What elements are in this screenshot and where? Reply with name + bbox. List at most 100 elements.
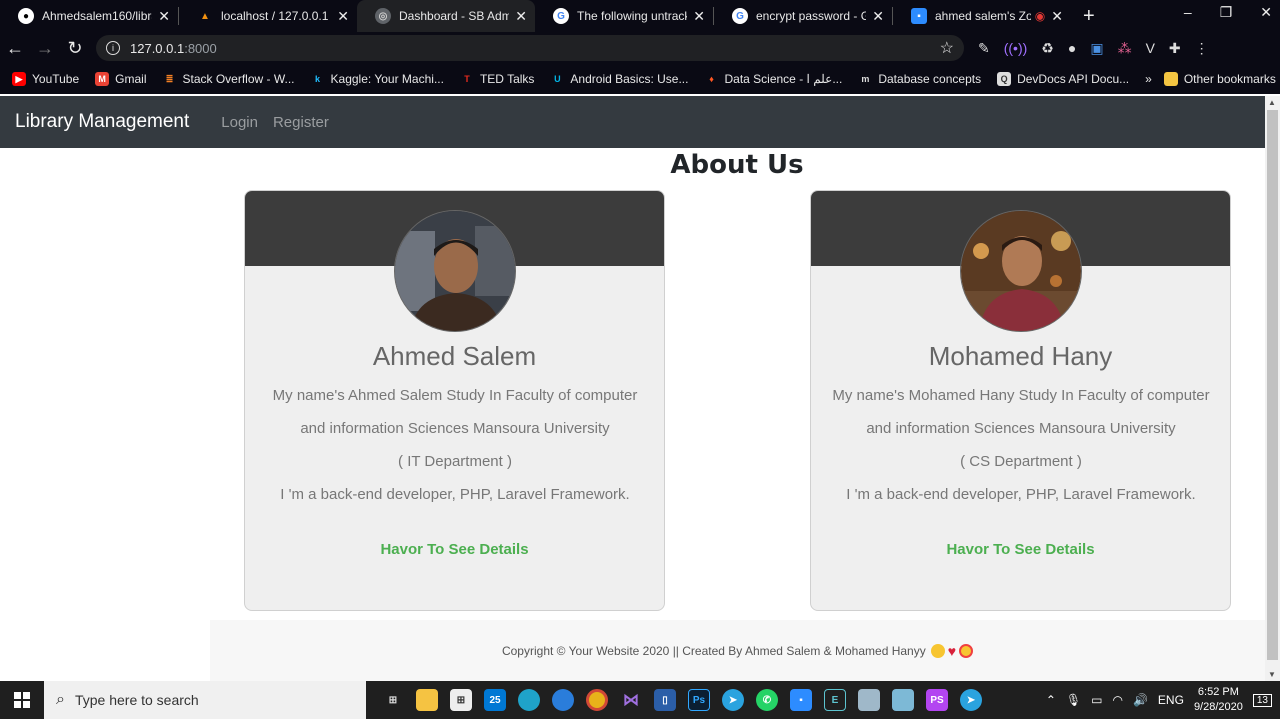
wifi-icon[interactable]: ◠ — [1112, 693, 1122, 707]
info-icon[interactable]: i — [106, 41, 120, 55]
chrome-icon[interactable] — [586, 689, 608, 711]
dots-extension-icon[interactable]: ⁂ — [1118, 40, 1132, 57]
notes-icon[interactable] — [892, 689, 914, 711]
bookmark-label: DevDocs API Docu... — [1017, 72, 1130, 86]
forward-icon[interactable]: → — [30, 38, 60, 59]
language-indicator[interactable]: ENG — [1158, 693, 1184, 707]
globe-icon: ◎ — [375, 8, 391, 24]
file-explorer-icon[interactable] — [416, 689, 438, 711]
scroll-down-icon[interactable]: ▼ — [1268, 670, 1276, 679]
tab-title: The following untracked — [577, 9, 687, 23]
browser-tab[interactable]: G encrypt password - Goo ✕ — [714, 0, 892, 32]
details-link[interactable]: Havor To See Details — [245, 541, 664, 558]
bookmark-devdocs[interactable]: Q DevDocs API Docu... — [997, 72, 1129, 86]
scrollbar-thumb[interactable] — [1267, 110, 1278, 660]
browser-tab[interactable]: G The following untracked ✕ — [535, 0, 713, 32]
register-link[interactable]: Register — [273, 114, 329, 131]
page-footer: Copyright © Your Website 2020 || Created… — [210, 620, 1265, 681]
close-icon[interactable]: ✕ — [1051, 8, 1063, 25]
gmail-icon: M — [95, 72, 110, 86]
tab-title: encrypt password - Goo — [756, 9, 867, 23]
restore-icon[interactable]: ❐ — [1220, 4, 1233, 21]
details-link[interactable]: Havor To See Details — [811, 541, 1230, 558]
bookmark-youtube[interactable]: ▶ YouTube — [12, 72, 79, 86]
browser-tab[interactable]: ▪ ahmed salem's Zoo ◉ ✕ — [893, 0, 1071, 32]
login-link[interactable]: Login — [221, 114, 258, 131]
bookmark-udacity[interactable]: U Android Basics: Use... — [550, 72, 688, 86]
more-bookmarks-icon[interactable]: » — [1145, 72, 1152, 86]
microphone-icon[interactable]: 🎙 — [1066, 693, 1081, 707]
battery-icon[interactable]: ▭ — [1091, 693, 1102, 707]
bookmark-label: Android Basics: Use... — [570, 72, 689, 86]
close-icon[interactable]: ✕ — [158, 8, 170, 25]
bookmark-stackoverflow[interactable]: ≣ Stack Overflow - W... — [163, 72, 295, 86]
browser-tab[interactable]: ● Ahmedsalem160/library ✕ — [0, 0, 178, 32]
telegram-icon[interactable]: ➤ — [722, 689, 744, 711]
url-port: :8000 — [184, 40, 217, 56]
whatsapp-icon[interactable]: ✆ — [756, 689, 778, 711]
bio-line: My name's Mohamed Hany Study In Faculty … — [832, 387, 1210, 404]
navbar-brand[interactable]: Library Management — [15, 111, 189, 133]
close-icon[interactable]: ✕ — [515, 8, 527, 25]
bookmark-label: Kaggle: Your Machi... — [330, 72, 444, 86]
vue-extension-icon[interactable]: V — [1146, 40, 1155, 57]
photoshop-icon[interactable]: Ps — [688, 689, 710, 711]
pen-extension-icon[interactable]: ✎ — [978, 40, 990, 57]
circle-extension-icon[interactable]: ● — [1068, 40, 1076, 57]
taskbar-search[interactable]: ⌕ Type here to search — [44, 681, 366, 719]
browser-tab-active[interactable]: ◎ Dashboard - SB Admin ✕ — [357, 0, 535, 32]
back-icon[interactable]: ← — [0, 38, 30, 59]
volume-icon[interactable]: 🔊 — [1133, 693, 1148, 707]
page-scrollbar[interactable]: ▲ ▼ — [1265, 96, 1280, 681]
bookmark-ted[interactable]: T TED Talks — [460, 72, 534, 86]
firefox-icon[interactable] — [552, 689, 574, 711]
bookmark-kaggle[interactable]: k Kaggle: Your Machi... — [311, 72, 444, 86]
zoom-icon[interactable]: ▪ — [790, 689, 812, 711]
notification-icon[interactable]: 13 — [1252, 693, 1272, 707]
phpmyadmin-icon: ▲ — [200, 10, 210, 22]
close-icon[interactable]: ✕ — [337, 8, 349, 25]
datascience-icon: ♦ — [709, 74, 714, 84]
address-bar[interactable]: i 127.0.0.1:8000 ☆ — [96, 35, 964, 61]
minimize-icon[interactable]: – — [1184, 4, 1192, 21]
bookmark-label: Database concepts — [878, 72, 982, 86]
youtube-icon: ▶ — [12, 72, 26, 86]
windows-start-button[interactable] — [0, 681, 44, 719]
url-host: 127.0.0.1 — [130, 40, 185, 56]
bookmark-label: Data Science - علم ا... — [724, 72, 843, 86]
camera-extension-icon[interactable]: ▣ — [1090, 40, 1103, 57]
search-placeholder: Type here to search — [74, 692, 199, 708]
scroll-up-icon[interactable]: ▲ — [1268, 98, 1276, 107]
visual-studio-icon[interactable]: ⋈ — [620, 689, 642, 711]
task-view-icon[interactable]: ⊞ — [382, 689, 404, 711]
close-icon[interactable]: ✕ — [872, 8, 884, 25]
taskbar-clock[interactable]: 6:52 PM 9/28/2020 — [1194, 685, 1243, 715]
google-icon: G — [553, 8, 569, 24]
browser-tab[interactable]: ▲ localhost / 127.0.0.1 / li ✕ — [179, 0, 357, 32]
network-drive-icon[interactable] — [858, 689, 880, 711]
puzzle-icon[interactable]: ✚ — [1169, 40, 1181, 57]
bookmark-datascience[interactable]: ♦ Data Science - علم ا... — [704, 72, 842, 86]
bookmark-gmail[interactable]: M Gmail — [95, 72, 147, 86]
bookmark-star-icon[interactable]: ☆ — [940, 38, 954, 58]
broadcast-extension-icon[interactable]: ((•)) — [1004, 40, 1028, 57]
close-icon[interactable]: ✕ — [693, 8, 705, 25]
smile-emoji-icon — [930, 643, 945, 658]
app-icon[interactable]: ▯ — [654, 689, 676, 711]
recycle-extension-icon[interactable]: ♻ — [1041, 40, 1054, 57]
chevron-up-icon[interactable]: ⌃ — [1046, 693, 1056, 707]
other-bookmarks[interactable]: Other bookmarks — [1163, 72, 1276, 86]
zoom-icon: ▪ — [911, 8, 927, 24]
telegram-icon[interactable]: ➤ — [960, 689, 982, 711]
mail-icon[interactable]: 25 — [484, 689, 506, 711]
bio-line: My name's Ahmed Salem Study In Faculty o… — [272, 387, 638, 404]
new-tab-button[interactable]: + — [1083, 5, 1095, 28]
phpstorm-icon[interactable]: PS — [926, 689, 948, 711]
editor-icon[interactable]: E — [824, 689, 846, 711]
close-window-icon[interactable]: ✕ — [1260, 4, 1272, 21]
edge-icon[interactable] — [518, 689, 540, 711]
reload-icon[interactable]: ↻ — [60, 38, 90, 59]
store-icon[interactable]: ⊞ — [450, 689, 472, 711]
menu-kebab-icon[interactable]: ⋮ — [1195, 40, 1209, 57]
bookmark-database[interactable]: m Database concepts — [858, 72, 981, 86]
